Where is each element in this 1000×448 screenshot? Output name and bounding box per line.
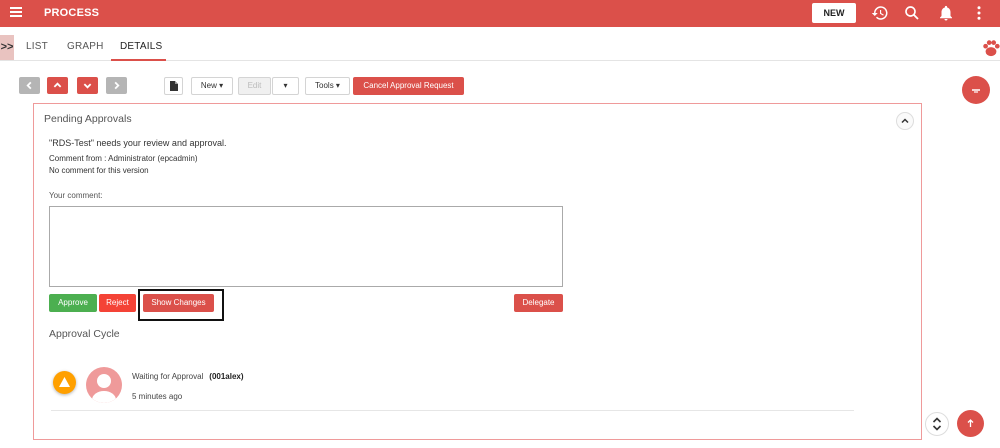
tab-list[interactable]: LIST [26,41,48,52]
reject-button[interactable]: Reject [99,294,136,312]
approval-cycle-title: Approval Cycle [49,328,120,340]
top-app-bar: PROCESS NEW [0,0,1000,27]
tab-graph[interactable]: GRAPH [67,41,104,52]
your-comment-label: Your comment: [49,191,103,200]
collapse-panel-button[interactable] [896,112,914,130]
approver-user: (001alex) [209,372,244,381]
active-tab-indicator [111,59,166,61]
history-icon[interactable] [871,4,889,22]
last-record-button[interactable] [106,77,127,94]
bell-icon[interactable] [937,4,955,22]
app-title: PROCESS [44,7,100,19]
scroll-to-top-button[interactable] [957,410,984,437]
avatar [86,367,122,403]
expand-sidebar-icon[interactable]: >> [0,35,14,60]
approval-cycle-item: Waiting for Approval (001alex) 5 minutes … [51,366,854,411]
warning-icon [53,371,76,394]
unfold-icon [932,417,942,431]
arrow-up-icon [967,419,974,427]
scroll-toggle-button[interactable] [925,412,949,436]
previous-record-button[interactable] [47,77,68,94]
no-comment-text: No comment for this version [49,166,149,175]
chevron-up-icon [53,82,62,88]
approve-button[interactable]: Approve [49,294,97,312]
actions-fab[interactable] [962,76,990,104]
document-button[interactable] [164,77,183,95]
approval-status-text: Waiting for Approval [132,372,204,381]
tab-details[interactable]: DETAILS [120,41,162,52]
next-record-button[interactable] [77,77,98,94]
approval-time: 5 minutes ago [132,392,183,401]
comment-textarea[interactable] [49,206,563,287]
pending-approvals-panel: Pending Approvals "RDS-Test" needs your … [33,103,922,440]
minimize-icon [972,89,980,93]
comment-from-text: Comment from : Administrator (epcadmin) [49,154,198,163]
edit-button[interactable]: Edit [238,77,271,95]
chevron-up-icon [901,118,909,124]
highlight-frame [138,289,224,321]
paw-icon[interactable] [982,38,1000,58]
cancel-approval-request-button[interactable]: Cancel Approval Request [353,77,464,95]
chevron-right-icon [114,81,120,90]
search-icon[interactable] [903,4,921,22]
chevron-left-icon [26,81,32,90]
edit-dropdown-toggle[interactable]: ▾ [272,77,299,95]
more-vert-icon[interactable] [970,4,988,22]
first-record-button[interactable] [19,77,40,94]
chevron-down-icon [83,83,92,89]
delegate-button[interactable]: Delegate [514,294,563,312]
new-dropdown-button[interactable]: New ▾ [191,77,233,95]
review-request-text: "RDS-Test" needs your review and approva… [49,138,227,148]
tab-bar: >> LIST GRAPH DETAILS [0,35,1000,61]
hamburger-icon[interactable] [10,7,22,17]
approval-status: Waiting for Approval (001alex) [132,372,244,381]
document-icon [169,81,178,91]
new-button[interactable]: NEW [812,3,856,23]
panel-title: Pending Approvals [44,113,132,125]
tools-dropdown-button[interactable]: Tools ▾ [305,77,350,95]
